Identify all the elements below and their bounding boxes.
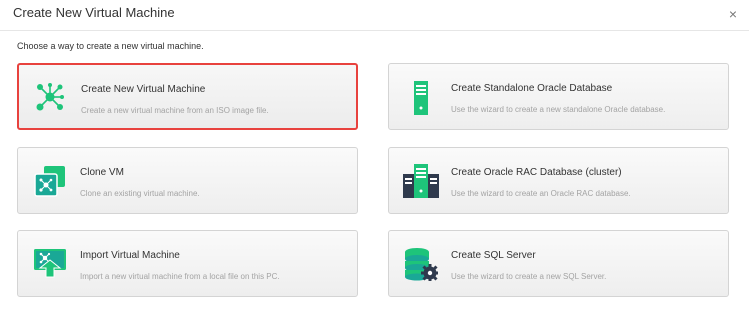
option-description: Clone an existing virtual machine.	[80, 189, 200, 198]
dialog-title: Create New Virtual Machine	[13, 5, 175, 20]
database-gear-icon	[404, 247, 438, 281]
import-vm-icon	[33, 248, 66, 280]
instructions-text: Choose a way to create a new virtual mac…	[17, 41, 204, 51]
option-description: Create a new virtual machine from an ISO…	[81, 106, 269, 115]
option-description: Import a new virtual machine from a loca…	[80, 272, 280, 281]
option-create-sql-server[interactable]: Create SQL Server Use the wizard to crea…	[388, 230, 729, 297]
clone-vm-icon	[34, 165, 66, 197]
option-description: Use the wizard to create a new standalon…	[451, 105, 666, 114]
option-clone-vm[interactable]: Clone VM Clone an existing virtual machi…	[17, 147, 358, 214]
option-create-oracle-rac[interactable]: Create Oracle RAC Database (cluster) Use…	[388, 147, 729, 214]
server-cluster-icon	[403, 164, 439, 198]
option-title: Create Standalone Oracle Database	[451, 83, 613, 94]
option-title: Create Oracle RAC Database (cluster)	[451, 167, 622, 178]
option-create-new-vm[interactable]: Create New Virtual Machine Create a new …	[17, 63, 358, 130]
option-title: Create SQL Server	[451, 250, 536, 261]
option-description: Use the wizard to create a new SQL Serve…	[451, 272, 607, 281]
network-nodes-icon	[34, 81, 66, 113]
option-import-vm[interactable]: Import Virtual Machine Import a new virt…	[17, 230, 358, 297]
option-title: Import Virtual Machine	[80, 250, 180, 261]
option-description: Use the wizard to create an Oracle RAC d…	[451, 189, 631, 198]
option-title: Create New Virtual Machine	[81, 84, 206, 95]
dialog-header: Create New Virtual Machine ×	[0, 0, 749, 31]
server-tower-icon	[405, 81, 437, 115]
close-icon[interactable]: ×	[729, 6, 737, 22]
option-create-oracle-standalone[interactable]: Create Standalone Oracle Database Use th…	[388, 63, 729, 130]
option-title: Clone VM	[80, 167, 124, 178]
